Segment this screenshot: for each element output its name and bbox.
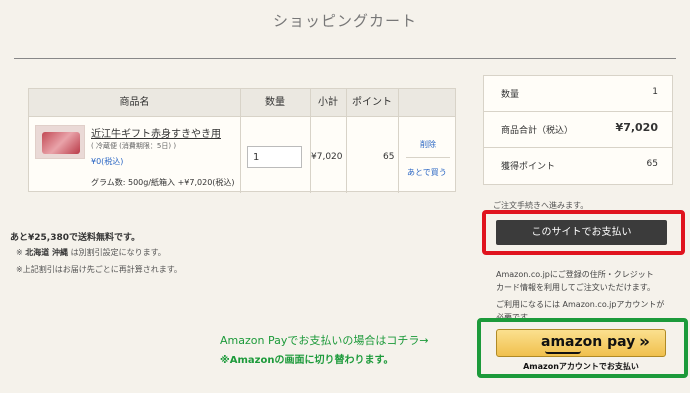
buy-later-link[interactable]: あとで買う [407,167,447,178]
order-summary: 数量 1 商品合計（税込） ¥7,020 獲得ポイント 65 [483,75,673,185]
free-shipping-message: あと¥25,380で送料無料です。 [10,233,141,243]
note-mark: ※ [16,248,23,257]
summary-total-row: 商品合計（税込） ¥7,020 [484,112,672,148]
summary-quantity-row: 数量 1 [484,76,672,112]
amazon-pay-logo: amazon pay [541,334,636,350]
summary-points-label: 獲得ポイント [501,162,556,172]
amazon-redirect-annotation: ※Amazonの画面に切り替わります。 [220,355,394,366]
cart-table-header: 商品名 数量 小計 ポイント [29,89,455,117]
amazon-info-line: カード情報を利用してご注文いただけます。 [496,283,655,292]
title-divider [14,58,676,59]
item-points: 65 [383,152,395,162]
summary-points-value: 65 [646,159,658,169]
summary-quantity-value: 1 [652,87,658,97]
divider [346,89,347,193]
shipping-note-2: ※上記割引はお届け先ごとに再計算されます。 [16,265,182,274]
item-subtotal: ¥7,020 [311,152,343,162]
divider [310,89,311,193]
note-text: は別割引設定になります。 [70,248,166,257]
product-price: ¥0(税込) [91,157,124,166]
double-chevron-icon: » [639,332,650,352]
amazon-info-line: Amazon.co.jpにご登録の住所・クレジット [496,270,654,279]
header-subtotal: 小計 [318,97,338,108]
page-title: ショッピングカート [272,12,417,30]
divider [398,89,399,193]
quantity-input[interactable] [247,146,302,168]
product-thumbnail[interactable] [35,125,85,159]
product-option: グラム数: 500g/紙箱入 +¥7,020(税込) [91,178,235,187]
header-quantity: 数量 [265,97,285,108]
header-product: 商品名 [119,97,150,108]
divider [240,89,241,193]
summary-quantity-label: 数量 [501,90,520,100]
note-regions: 北海道 沖縄 [25,248,69,257]
beef-image [42,132,80,154]
amazon-pay-annotation: Amazon Payでお支払いの場合はコチラ→ [220,334,429,347]
amazon-smile-icon [545,351,581,354]
amazon-pay-caption: Amazonアカウントでお支払い [523,362,639,371]
summary-points-row: 獲得ポイント 65 [484,148,672,184]
summary-total-value: ¥7,020 [615,121,658,134]
product-name-link[interactable]: 近江牛ギフト赤身すきやき用 [91,125,221,140]
delete-link[interactable]: 削除 [420,139,436,150]
site-pay-button[interactable]: このサイトでお支払い [496,220,667,245]
amazon-info-line: ご利用になるには Amazon.co.jpアカウントが [496,300,665,309]
summary-total-label: 商品合計（税込） [501,126,574,136]
product-shipping-note: ( 冷蔵便 (消費期限：5日) ) [91,142,177,150]
cart-table: 商品名 数量 小計 ポイント 近江牛ギフト赤身すきやき用 ( 冷蔵便 (消費期限… [28,88,456,193]
header-points: ポイント [352,97,392,108]
shipping-note-1: ※ 北海道 沖縄 は別割引設定になります。 [16,247,166,258]
amazon-pay-button[interactable]: amazon pay » [496,329,666,357]
link-divider [406,157,450,158]
